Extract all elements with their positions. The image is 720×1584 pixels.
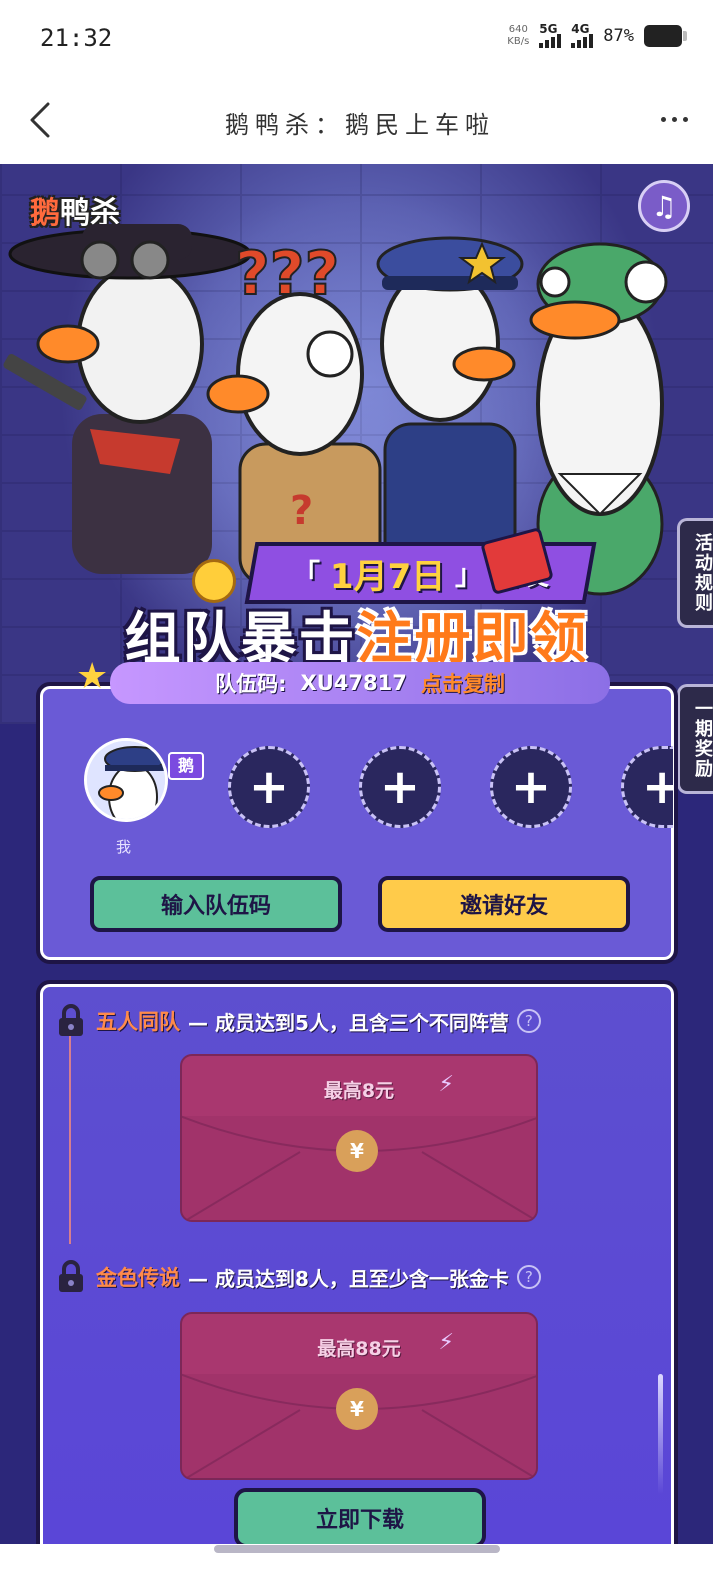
plus-icon: +	[248, 759, 290, 815]
status-icons: 640 KB/s 5G 4G 87%	[507, 22, 687, 48]
reward-amount: 最高88元	[317, 1338, 401, 1360]
police-goose-avatar-icon	[87, 741, 165, 819]
plus-icon: +	[379, 759, 421, 815]
rewards-panel: 五人同队 — 成员达到5人，且含三个不同阵营 ? 最高8元 ⚡ ¥ 金色传说 —…	[36, 980, 678, 1544]
launch-date: 1月7日	[330, 556, 446, 597]
signal-5g-icon: 5G	[539, 22, 562, 48]
reward-tier-1: 五人同队 — 成员达到5人，且含三个不同阵营 ?	[54, 1004, 541, 1038]
team-code-label: 队伍码:	[215, 672, 287, 696]
download-now-button[interactable]: 立即下载	[234, 1488, 486, 1544]
plus-icon: +	[642, 759, 673, 815]
lock-icon	[59, 1260, 83, 1292]
clock: 21:32	[40, 24, 113, 52]
yuan-seal-icon: ¥	[336, 1388, 378, 1430]
tier-description: — 成员达到8人，且至少含一张金卡	[188, 1266, 509, 1291]
red-envelope: 最高8元 ⚡ ¥	[180, 1054, 538, 1222]
help-icon[interactable]: ?	[516, 1009, 541, 1033]
goose-role-badge: 鹅	[168, 752, 204, 780]
copy-team-code-button[interactable]: 点击复制	[421, 668, 505, 698]
tier-description: — 成员达到5人，且含三个不同阵营	[188, 1010, 509, 1035]
empty-member-slot[interactable]: +	[359, 746, 441, 828]
lock-icon	[59, 1004, 83, 1036]
me-label: 我	[116, 838, 132, 856]
team-code-bar: 队伍码: XU47817 点击复制	[110, 662, 610, 704]
enter-team-code-button[interactable]: 输入队伍码	[90, 876, 342, 932]
activity-rules-tab[interactable]: 活动规则	[677, 518, 713, 628]
page-title: 鹅鸭杀：鹅民上车啦	[225, 111, 495, 139]
help-icon[interactable]: ?	[516, 1265, 541, 1289]
reward-amount: 最高8元	[323, 1080, 395, 1102]
plus-icon: +	[510, 759, 552, 815]
music-note-icon: ♫	[651, 189, 677, 223]
more-dots-icon	[660, 116, 666, 122]
status-bar: 21:32 640 KB/s 5G 4G 87%	[0, 0, 720, 78]
period-reward-tab[interactable]: 一期奖励	[677, 684, 713, 794]
empty-member-slot[interactable]: +	[490, 746, 572, 828]
tier-name: 金色传说	[96, 1266, 180, 1290]
team-code-value: XU47817	[300, 671, 407, 695]
lightning-icon: ⚡	[438, 1072, 454, 1097]
more-menu-button[interactable]	[652, 104, 696, 134]
activity-page[interactable]: 鹅鸭杀 ♫ ??? ? 「 1月7日 」 组队暴击注册即领 活动规则 一期奖励 …	[0, 164, 713, 1544]
red-envelope: 最高88元 ⚡ ¥	[180, 1312, 538, 1480]
reward-tier-2: 金色传说 — 成员达到8人，且至少含一张金卡 ?	[54, 1260, 541, 1294]
scrollbar[interactable]	[658, 1374, 663, 1494]
invite-friends-button[interactable]: 邀请好友	[378, 876, 630, 932]
empty-member-slot[interactable]: +	[228, 746, 310, 828]
nav-bar: 鹅鸭杀：鹅民上车啦	[0, 78, 720, 164]
signal-4g-icon: 4G	[571, 22, 594, 48]
home-indicator[interactable]	[214, 1545, 500, 1553]
network-speed: 640 KB/s	[507, 24, 530, 47]
avatar	[84, 738, 168, 822]
hero-banner: 鹅鸭杀 ♫ ??? ? 「 1月7日 」 组队暴击注册即领	[0, 164, 713, 744]
battery-percent: 87%	[603, 26, 634, 46]
yuan-seal-icon: ¥	[336, 1130, 378, 1172]
team-panel: 鹅 我 + + + + 输入队伍码 邀请好友	[36, 682, 678, 964]
svg-text:?: ?	[290, 488, 313, 534]
lightning-icon: ⚡	[438, 1330, 454, 1355]
battery-icon	[644, 25, 687, 47]
star-decoration: ★	[76, 656, 109, 697]
tier-name: 五人同队	[96, 1010, 180, 1034]
empty-member-slot[interactable]: +	[621, 746, 673, 828]
